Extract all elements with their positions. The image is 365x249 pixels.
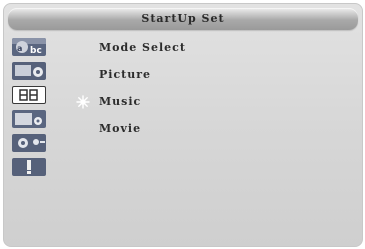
picture-settings-icon[interactable] bbox=[12, 62, 46, 80]
sidebar: bc a bbox=[8, 38, 50, 238]
menu-item-label: Picture bbox=[99, 68, 152, 81]
selected-sun-icon bbox=[76, 95, 90, 109]
menu-item-label: Movie bbox=[99, 122, 142, 135]
tv-settings-icon[interactable] bbox=[12, 110, 46, 128]
alert-icon[interactable] bbox=[12, 158, 46, 176]
menu-item-movie[interactable]: Movie bbox=[74, 119, 294, 139]
title-bar: StartUp Set bbox=[8, 8, 358, 30]
tools-icon[interactable] bbox=[12, 134, 46, 152]
menu-item-music[interactable]: Music bbox=[74, 92, 294, 112]
channel-number-icon[interactable] bbox=[12, 86, 46, 104]
startup-menu: Mode Select Picture Music Movie bbox=[74, 38, 334, 168]
menu-item-picture[interactable]: Picture bbox=[74, 65, 294, 85]
abc-icon[interactable]: bc a bbox=[12, 38, 46, 56]
svg-text:bc: bc bbox=[30, 46, 42, 56]
page-title: StartUp Set bbox=[141, 12, 225, 25]
menu-item-label: Music bbox=[99, 95, 142, 108]
menu-item-mode-select[interactable]: Mode Select bbox=[74, 38, 294, 58]
osd-screen: StartUp Set bc a Mode Select Picture Mus… bbox=[0, 0, 365, 249]
svg-text:a: a bbox=[17, 44, 22, 53]
menu-item-label: Mode Select bbox=[99, 41, 186, 54]
osd-panel: StartUp Set bc a Mode Select Picture Mus… bbox=[3, 3, 363, 247]
